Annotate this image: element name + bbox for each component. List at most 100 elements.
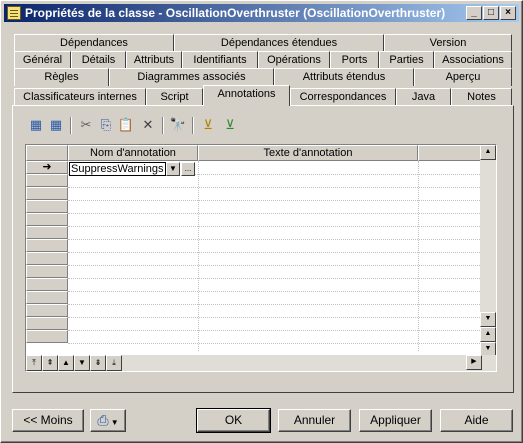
row-divider — [68, 187, 496, 188]
column-header-texte[interactable]: Texte d'annotation — [198, 145, 418, 161]
scroll-right-icon[interactable]: ▶ — [466, 355, 482, 370]
toolbar-separator — [70, 117, 72, 134]
insert-row-icon[interactable]: ▦ — [46, 115, 66, 135]
row-header[interactable] — [26, 278, 68, 291]
row-header[interactable] — [26, 226, 68, 239]
current-row-arrow-icon: ➜ — [42, 161, 52, 173]
dropdown-arrow-icon[interactable]: ▼ — [166, 162, 180, 176]
row-header[interactable] — [26, 252, 68, 265]
row-divider — [68, 330, 496, 331]
filter-clear-icon[interactable]: ⊻ — [220, 115, 240, 135]
ok-button[interactable]: OK — [196, 408, 271, 433]
row-header-corner — [26, 145, 68, 161]
copy-icon[interactable]: ⎘ — [96, 115, 116, 135]
tab-annotations[interactable]: Annotations — [203, 85, 290, 106]
printer-icon: ⎙ — [97, 412, 109, 428]
annotation-name-value[interactable]: SuppressWarnings — [69, 162, 166, 176]
row-divider — [68, 265, 496, 266]
tab-java[interactable]: Java — [396, 88, 451, 106]
tab-dependances-etendues[interactable]: Dépendances étendues — [174, 34, 384, 52]
move-top-icon[interactable]: ⤒ — [26, 355, 42, 371]
tab-parties[interactable]: Parties — [379, 51, 434, 69]
minimize-button[interactable]: _ — [466, 6, 482, 20]
tab-attributs-etendus[interactable]: Attributs étendus — [274, 68, 414, 86]
tab-regles[interactable]: Règles — [14, 68, 109, 86]
find-icon[interactable]: 🔭 — [168, 115, 188, 135]
tab-ports[interactable]: Ports — [330, 51, 379, 69]
ellipsis-button[interactable]: ... — [181, 162, 195, 176]
maximize-button[interactable]: □ — [483, 6, 499, 20]
row-divider — [68, 200, 496, 201]
apply-button[interactable]: Appliquer — [359, 409, 432, 432]
column-header-nom[interactable]: Nom d'annotation — [68, 145, 198, 161]
title-bar: Propriétés de la classe - OscillationOve… — [4, 4, 519, 22]
page-up-icon[interactable]: ⇞ — [42, 355, 58, 371]
row-divider — [68, 213, 496, 214]
cut-icon[interactable]: ✂ — [76, 115, 96, 135]
tab-classificateurs-internes[interactable]: Classificateurs internes — [14, 88, 146, 106]
class-icon — [7, 6, 21, 20]
filter-icon[interactable]: ⊻ — [198, 115, 218, 135]
less-button[interactable]: << Moins — [12, 409, 84, 432]
row-header[interactable] — [26, 291, 68, 304]
row-divider — [68, 252, 496, 253]
delete-icon[interactable]: ✕ — [138, 115, 158, 135]
page-down-icon[interactable]: ⇟ — [90, 355, 106, 371]
scroll-top-icon[interactable]: ▲ — [480, 327, 496, 342]
row-divider — [68, 291, 496, 292]
tab-operations[interactable]: Opérations — [258, 51, 330, 69]
column-divider — [418, 161, 419, 351]
cancel-button[interactable]: Annuler — [278, 409, 351, 432]
tab-details[interactable]: Détails — [71, 51, 126, 69]
tab-diagrammes-associes[interactable]: Diagrammes associés — [109, 68, 274, 86]
add-row-icon[interactable]: ▦ — [26, 115, 46, 135]
current-row-header[interactable]: ➜ — [26, 161, 68, 174]
scroll-up-icon[interactable]: ▲ — [480, 145, 496, 160]
row-header[interactable] — [26, 187, 68, 200]
row-header[interactable] — [26, 265, 68, 278]
tab-general[interactable]: Général — [14, 51, 71, 69]
annotation-name-editor[interactable]: SuppressWarnings ▼ ... — [69, 162, 197, 176]
row-divider — [68, 317, 496, 318]
row-header[interactable] — [26, 304, 68, 317]
move-bottom-icon[interactable]: ⤓ — [106, 355, 122, 371]
tab-identifiants[interactable]: Identifiants — [182, 51, 258, 69]
tab-apercu[interactable]: Aperçu — [414, 68, 512, 86]
row-divider — [68, 226, 496, 227]
row-divider — [68, 278, 496, 279]
row-header[interactable] — [26, 200, 68, 213]
annotations-panel: ▦ ▦ ✂ ⎘ 📋 ✕ 🔭 ⊻ ⊻ Nom d'annotation Texte… — [12, 105, 514, 393]
properties-dialog: Propriétés de la classe - OscillationOve… — [0, 0, 523, 443]
toolbar-separator — [192, 117, 194, 134]
row-header[interactable] — [26, 317, 68, 330]
help-button[interactable]: Aide — [440, 409, 513, 432]
row-divider — [68, 343, 496, 344]
tab-version[interactable]: Version — [384, 34, 512, 52]
scroll-down-icon[interactable]: ▼ — [480, 312, 496, 327]
tab-notes[interactable]: Notes — [451, 88, 512, 106]
tab-dependances[interactable]: Dépendances — [14, 34, 174, 52]
horizontal-scrollbar[interactable]: ▶ — [122, 355, 496, 371]
print-menu-button[interactable]: ⎙ ▼ — [90, 409, 126, 432]
row-divider — [68, 304, 496, 305]
chevron-down-icon: ▼ — [108, 418, 119, 427]
row-header[interactable] — [26, 213, 68, 226]
tab-correspondances[interactable]: Correspondances — [290, 88, 396, 106]
window-title: Propriétés de la classe - OscillationOve… — [25, 6, 446, 20]
row-header[interactable] — [26, 330, 68, 343]
vertical-scrollbar[interactable]: ▲ ▼ ▲ ▼ — [480, 145, 496, 357]
tab-attributs[interactable]: Attributs — [126, 51, 182, 69]
column-divider — [198, 161, 199, 351]
row-header[interactable] — [26, 239, 68, 252]
move-down-icon[interactable]: ▼ — [74, 355, 90, 371]
row-divider — [68, 239, 496, 240]
row-header[interactable] — [26, 174, 68, 187]
column-header-empty — [418, 145, 482, 161]
toolbar-separator — [162, 117, 164, 134]
tab-associations[interactable]: Associations — [434, 51, 512, 69]
move-up-icon[interactable]: ▲ — [58, 355, 74, 371]
paste-icon[interactable]: 📋 — [116, 115, 136, 135]
tab-script[interactable]: Script — [146, 88, 203, 106]
annotations-grid: Nom d'annotation Texte d'annotation ➜ Su… — [25, 144, 497, 372]
close-button[interactable]: × — [500, 6, 516, 20]
